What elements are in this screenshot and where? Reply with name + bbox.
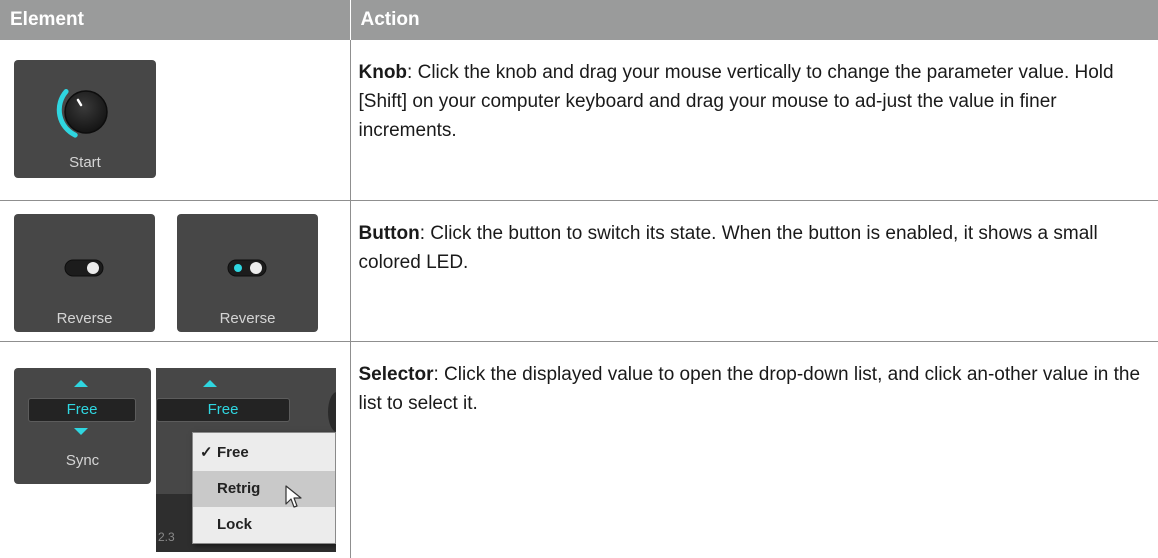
action-cell-button: Button: Click the button to switch its s… (349, 200, 1158, 342)
selector-value-box[interactable]: Free (28, 398, 136, 422)
menu-item-free[interactable]: ✓ Free (193, 435, 335, 471)
selector-closed-panel: Free Sync (14, 368, 151, 484)
knob-text: : Click the knob and drag your mouse ver… (358, 62, 1114, 141)
header-element: Element (0, 0, 351, 40)
toggle-button-off[interactable] (64, 258, 104, 278)
knob-control[interactable] (14, 60, 156, 150)
header-action: Action (350, 0, 1158, 40)
mouse-cursor-icon (285, 485, 302, 508)
selector-open-panel: 2.3 Free ✓ Free Retrig Lock (156, 368, 336, 552)
button-on-panel: Reverse (177, 214, 318, 332)
table-row: Knob: Click the knob and drag your mouse… (0, 40, 1158, 201)
action-cell-knob: Knob: Click the knob and drag your mouse… (349, 40, 1158, 201)
menu-item-retrig[interactable]: Retrig (193, 471, 335, 507)
menu-item-lock[interactable]: Lock (193, 507, 335, 543)
selector-dropdown-menu: ✓ Free Retrig Lock (192, 432, 336, 544)
toggle-button-on[interactable] (227, 258, 267, 278)
button-title: Button (358, 222, 420, 244)
button-text: : Click the button to switch its state. … (358, 222, 1098, 273)
selector-title: Selector (358, 363, 434, 385)
knob-caption: Start (69, 154, 101, 171)
knob-title: Knob (358, 62, 408, 83)
button-off-panel: Reverse (14, 214, 155, 332)
button-off-caption: Reverse (56, 310, 113, 327)
side-knob-edge (328, 392, 336, 432)
background-number: 2.3 (158, 530, 175, 544)
action-cell-selector: Selector: Click the displayed value to o… (349, 341, 1158, 558)
selector-text: : Click the displayed value to open the … (358, 363, 1141, 414)
table-row: Button: Click the button to switch its s… (0, 200, 1158, 342)
knob-panel: Start (14, 60, 156, 178)
up-arrow-icon[interactable] (74, 380, 88, 387)
knob-body (64, 90, 108, 134)
led-indicator (234, 264, 242, 272)
selector-caption: Sync (65, 452, 100, 469)
selector-value-box-open[interactable]: Free (156, 398, 290, 422)
button-on-caption: Reverse (219, 310, 276, 327)
down-arrow-icon[interactable] (74, 428, 88, 435)
up-arrow-icon[interactable] (203, 380, 217, 387)
check-icon: ✓ (200, 444, 213, 461)
